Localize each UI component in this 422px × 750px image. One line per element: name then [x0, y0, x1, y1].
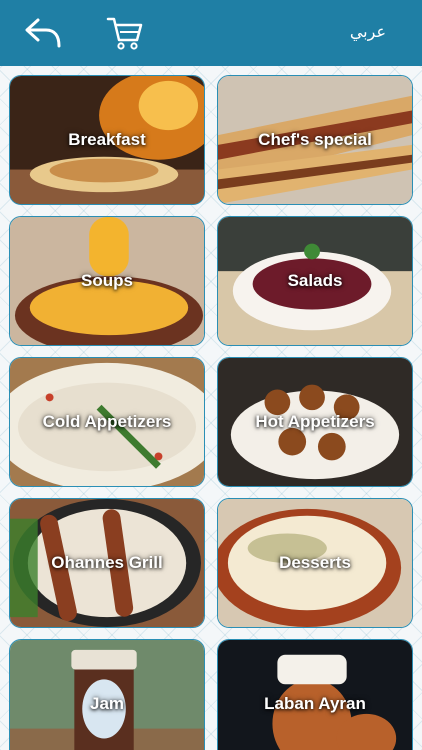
category-label: Soups	[81, 271, 133, 290]
language-toggle-button[interactable]: عربي	[350, 22, 386, 42]
top-bar: عربي	[0, 0, 422, 66]
category-tile-desserts[interactable]: Desserts	[217, 498, 413, 628]
cart-button[interactable]	[106, 14, 144, 52]
category-label: Salads	[287, 271, 343, 290]
category-label: Hot Appetizers	[255, 412, 375, 431]
category-tile-hot-appetizers[interactable]: Hot Appetizers	[217, 357, 413, 487]
category-tile-soups[interactable]: Soups	[9, 216, 205, 346]
category-grid: Breakfast Chef's special Soups Salads Co…	[0, 66, 422, 750]
category-label: Ohannes Grill	[51, 553, 163, 572]
category-label: Cold Appetizers	[42, 412, 172, 431]
category-tile-cold-appetizers[interactable]: Cold Appetizers	[9, 357, 205, 487]
cart-icon	[106, 17, 143, 50]
category-tile-chefs-special[interactable]: Chef's special	[217, 75, 413, 205]
category-label: Chef's special	[258, 130, 372, 149]
category-label: Breakfast	[68, 130, 146, 149]
category-tile-ohannes-grill[interactable]: Ohannes Grill	[9, 498, 205, 628]
category-label: Laban Ayran	[264, 694, 366, 713]
category-tile-jam[interactable]: Jam	[9, 639, 205, 750]
back-arrow-icon	[25, 18, 61, 48]
category-tile-breakfast[interactable]: Breakfast	[9, 75, 205, 205]
category-tile-salads[interactable]: Salads	[217, 216, 413, 346]
category-label: Desserts	[279, 553, 351, 572]
back-button[interactable]	[24, 16, 64, 50]
category-label: Jam	[89, 694, 125, 713]
category-tile-laban-ayran[interactable]: Laban Ayran	[217, 639, 413, 750]
